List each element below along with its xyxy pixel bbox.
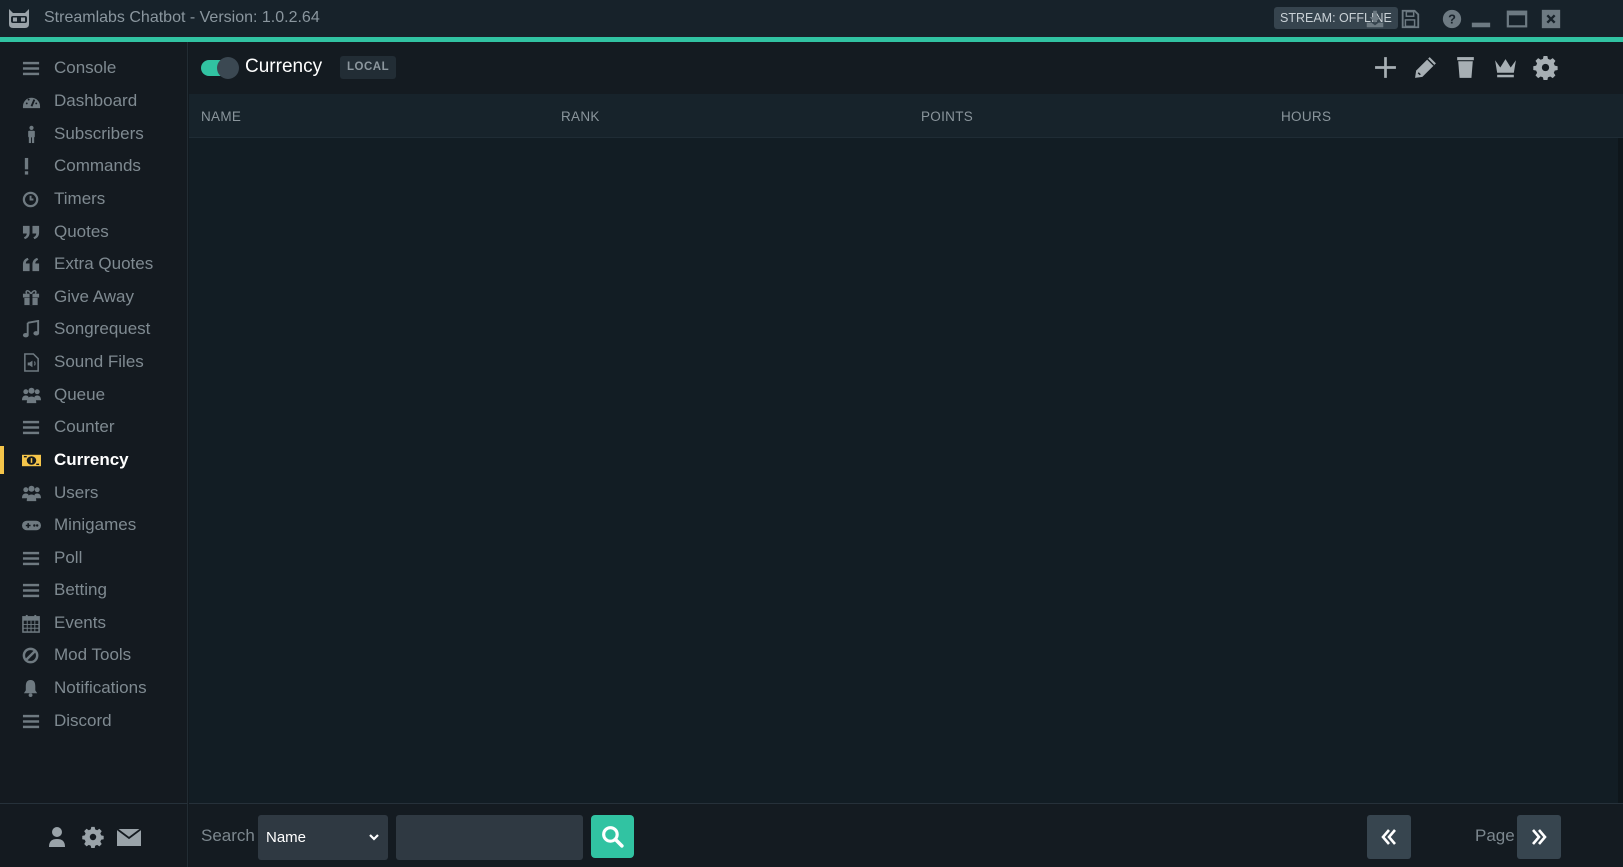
audio-file-icon: [22, 352, 41, 372]
sidebar-item-notifications[interactable]: Notifications: [0, 672, 188, 704]
calendar-icon: [22, 614, 41, 633]
sidebar-item-events[interactable]: Events: [0, 607, 188, 639]
title-bar: Streamlabs Chatbot - Version: 1.0.2.64 S…: [0, 0, 1623, 37]
module-enable-toggle[interactable]: [201, 57, 241, 79]
sidebar-item-discord[interactable]: Discord: [0, 705, 188, 737]
sidebar-item-extra-quotes[interactable]: Extra Quotes: [0, 248, 188, 280]
quote-right-icon: [22, 223, 41, 242]
quote-left-icon: [22, 255, 41, 274]
module-title: Currency: [245, 56, 323, 77]
sidebar-item-mod-tools[interactable]: Mod Tools: [0, 639, 188, 671]
sidebar-item-timers[interactable]: Timers: [0, 183, 188, 215]
column-header-hours[interactable]: HOURS: [1281, 109, 1331, 124]
bell-icon: [22, 679, 41, 698]
dashboard-gauge-icon: [22, 92, 41, 111]
sidebar-item-poll[interactable]: Poll: [0, 542, 188, 574]
sidebar-item-betting[interactable]: Betting: [0, 574, 188, 606]
user-icon[interactable]: [46, 826, 68, 848]
column-header-name[interactable]: NAME: [201, 109, 241, 124]
bars-icon: [22, 549, 41, 568]
edit-icon[interactable]: [1413, 55, 1438, 80]
double-chevron-left-icon: [1381, 829, 1396, 845]
bars-icon: [22, 581, 41, 600]
bars-icon: [22, 418, 41, 437]
sidebar-item-sound-files[interactable]: Sound Files: [0, 346, 188, 378]
sidebar-item-subscribers[interactable]: Subscribers: [0, 118, 188, 150]
sidebar-item-currency[interactable]: Currency: [0, 444, 188, 476]
streamlabs-logo-icon: [9, 9, 29, 28]
money-icon: [22, 451, 41, 470]
gift-icon: [22, 288, 41, 307]
search-pagination-bar: Search Name Page 0 / 0: [189, 803, 1623, 867]
main-panel: Currency LOCAL NAME RANK POINTS HOURS: [189, 42, 1623, 803]
settings-gear-icon[interactable]: [1533, 55, 1558, 80]
sidebar-item-songrequest[interactable]: Songrequest: [0, 313, 188, 345]
search-label: Search: [201, 826, 255, 845]
download-icon[interactable]: [1364, 8, 1386, 30]
sidebar-item-give-away[interactable]: Give Away: [0, 281, 188, 313]
gear-icon[interactable]: [82, 826, 104, 848]
search-field-value: Name: [266, 829, 307, 846]
exclamation-icon: [22, 157, 41, 176]
sidebar-item-minigames[interactable]: Minigames: [0, 509, 188, 541]
chevron-down-icon: [369, 834, 379, 841]
delete-icon[interactable]: [1453, 55, 1478, 80]
module-toolbar: Currency LOCAL: [189, 42, 1623, 94]
users-icon: [22, 484, 41, 503]
add-icon[interactable]: [1373, 55, 1398, 80]
music-icon: [22, 319, 41, 339]
bars-icon: [22, 712, 41, 731]
search-icon: [602, 826, 624, 848]
sidebar-item-counter[interactable]: Counter: [0, 411, 188, 443]
sidebar-item-quotes[interactable]: Quotes: [0, 216, 188, 248]
users-icon: [22, 386, 41, 405]
maximize-icon[interactable]: [1506, 8, 1528, 30]
search-button[interactable]: [591, 815, 634, 858]
sidebar-footer: [0, 803, 188, 867]
sidebar-item-queue[interactable]: Queue: [0, 379, 188, 411]
column-header-points[interactable]: POINTS: [921, 109, 973, 124]
gamepad-icon: [22, 516, 41, 535]
window-title: Streamlabs Chatbot - Version: 1.0.2.64: [44, 9, 320, 26]
ranks-crown-icon[interactable]: [1493, 55, 1518, 80]
search-field-select[interactable]: Name: [258, 815, 388, 860]
save-icon[interactable]: [1399, 8, 1421, 30]
ban-icon: [22, 646, 41, 665]
sidebar-item-commands[interactable]: Commands: [0, 150, 188, 182]
previous-page-button[interactable]: [1367, 815, 1411, 859]
sidebar: Console Dashboard Subscribers Commands T…: [0, 42, 188, 803]
minimize-icon[interactable]: [1470, 8, 1492, 30]
sidebar-item-dashboard[interactable]: Dashboard: [0, 85, 188, 117]
next-page-button[interactable]: [1517, 815, 1561, 859]
sidebar-item-users[interactable]: Users: [0, 477, 188, 509]
scope-badge[interactable]: LOCAL: [340, 56, 397, 79]
table-body: [189, 138, 1623, 803]
table-scrollbar[interactable]: [1618, 138, 1623, 803]
double-chevron-right-icon: [1532, 829, 1547, 845]
bars-icon: [22, 59, 41, 78]
column-header-rank[interactable]: RANK: [561, 109, 600, 124]
help-icon[interactable]: ?: [1441, 8, 1463, 30]
table-header: NAME RANK POINTS HOURS: [189, 94, 1623, 138]
search-input[interactable]: [396, 815, 583, 860]
person-icon: [22, 125, 41, 144]
sidebar-item-console[interactable]: Console: [0, 52, 188, 84]
svg-text:?: ?: [1448, 12, 1456, 27]
close-icon[interactable]: [1540, 8, 1562, 30]
envelope-icon[interactable]: [116, 826, 142, 848]
clock-icon: [22, 190, 41, 209]
